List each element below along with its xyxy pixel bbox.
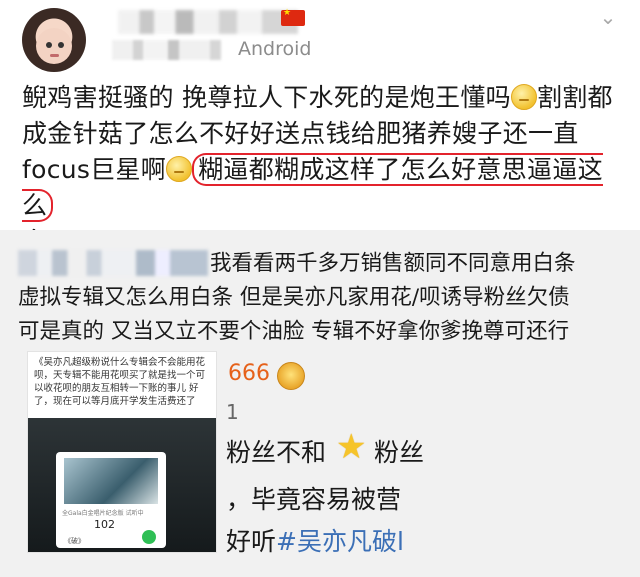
- number-fragment: 666: [228, 361, 270, 386]
- album-cover: [64, 458, 158, 504]
- post-source: Android: [238, 38, 312, 60]
- repost-line: 虚拟专辑又怎么用白条 但是吴亦凡家用花/呗诱导粉丝欠债: [18, 285, 570, 310]
- avatar-eye: [46, 42, 52, 48]
- album-caption: 全Gala白金唱片纪念版 试听中: [62, 510, 144, 517]
- text-fragment: 粉丝: [374, 438, 425, 467]
- avatar-mouth: [50, 54, 59, 57]
- repost-line: 我看看两千多万销售额同不同意用白条: [210, 251, 576, 276]
- text-fragment-good: 好听: [226, 527, 277, 556]
- star-emoji-icon: ★: [336, 427, 367, 467]
- blurred-timestamp: [112, 40, 252, 60]
- play-button-icon: [142, 530, 156, 544]
- crown-emoji-icon: [277, 362, 305, 390]
- china-flag-icon: [281, 8, 305, 26]
- text-fragment: 粉丝不和: [226, 438, 327, 467]
- album-count: 102: [94, 518, 115, 531]
- chevron-down-icon[interactable]: ⌄: [597, 6, 619, 28]
- hashtag-link[interactable]: #吴亦凡破l: [276, 527, 404, 556]
- sleepy-face-emoji-icon: [166, 156, 193, 182]
- thumbnail-text: 《吴亦凡超级粉说什么专辑会不会能用花呗，天专辑不能用花呗买了就是找一个可以收花呗…: [34, 357, 206, 407]
- avatar-face: [36, 28, 72, 64]
- sleepy-face-emoji-icon: [510, 84, 537, 110]
- repost-body: 我看看两千多万销售额同不同意用白条 虚拟专辑又怎么用白条 但是吴亦凡家用花/呗诱…: [18, 247, 628, 349]
- album-label: 《破》: [64, 537, 85, 545]
- avatar-eye: [58, 42, 64, 48]
- repost-line: 可是真的 又当又立不要个油脸 专辑不好拿你爹挽尊可还行: [18, 319, 570, 344]
- count-fragment: 1: [226, 400, 239, 424]
- blurred-username[interactable]: [118, 10, 298, 34]
- screenshot-thumbnail[interactable]: 《吴亦凡超级粉说什么专辑会不会能用花呗，天专辑不能用花呗买了就是找一个可以收花呗…: [28, 352, 216, 552]
- text-fragment: ，毕竟容易被营: [226, 485, 402, 514]
- post-text-part1: 鲵鸡害挺骚的 挽尊拉人下水死的是炮王懂吗: [22, 83, 511, 112]
- avatar[interactable]: [22, 8, 86, 72]
- album-card: 全Gala白金唱片纪念版 试听中 102 《破》: [56, 452, 166, 548]
- text-fragment: 好听#吴亦凡破l: [226, 522, 404, 558]
